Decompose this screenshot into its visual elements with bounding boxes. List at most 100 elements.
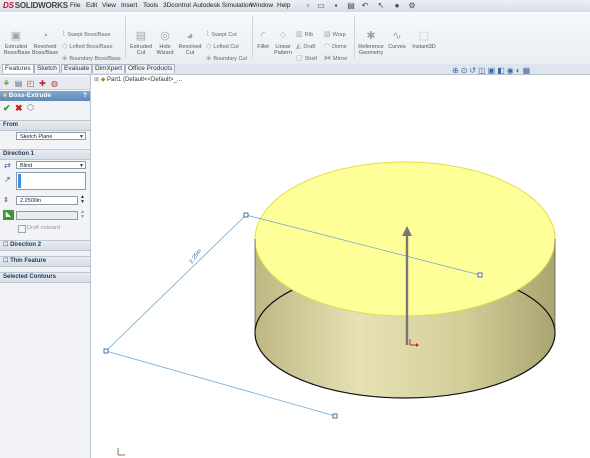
menu-tools[interactable]: Tools [143,2,158,9]
menu-3dcontrol[interactable]: 3Dcontrol [163,2,191,9]
draft-spinner[interactable]: ▲ ▼ [80,210,85,220]
tool-label: Shell [304,56,317,62]
reverse-direction-icon[interactable]: ⇄ [4,161,11,170]
display-manager-icon[interactable]: ◍ [50,79,59,88]
menu-file[interactable]: File [70,2,80,9]
selected-contours-section-header[interactable]: Selected Contours [0,272,90,283]
detailed-preview-icon[interactable]: ⬡ [27,103,34,112]
draft-button[interactable]: ◭ Draft [296,43,315,51]
swept-cut-button[interactable]: ⌇ Swept Cut [206,31,237,39]
wrap-button[interactable]: ▨ Wrap [324,31,346,39]
depth-icon: ⇕ [3,197,9,204]
rib-button[interactable]: ▥ Rib [296,31,313,39]
direction-selection-box[interactable] [16,172,86,190]
menu-insert[interactable]: Insert [121,2,137,9]
tool-label: Boundary Cut [213,56,248,62]
menu-autodesk-simulation[interactable]: Autodesk Simulation [193,2,252,9]
previous-view-icon[interactable]: ↺ [469,66,478,75]
direction2-section-header[interactable]: ☐ Direction 2 [0,240,90,251]
tab-evaluate[interactable]: Evaluate [61,64,93,73]
section-title: Direction 1 [3,151,35,157]
menu-help[interactable]: Help [277,2,290,9]
ok-check-icon[interactable]: ✔ [3,103,11,114]
model-view[interactable]: 2.25in [91,75,590,458]
lofted-boss-button[interactable]: ◇ Lofted Boss/Base [62,43,113,51]
depth-spinner[interactable]: ▲ ▼ [80,195,85,205]
tab-features[interactable]: Features [2,64,34,73]
depth-input[interactable]: 2.2500in [16,196,78,205]
menu-window[interactable]: Window [250,2,273,9]
new-icon[interactable]: ▫ [303,1,313,10]
view-orientation-icon[interactable]: ▣ [488,66,498,75]
zoom-to-fit-icon[interactable]: ⊕ [452,66,461,75]
shell-button[interactable]: ▢ Shell [296,55,317,63]
revolved-boss-button[interactable]: ◔ Revolved Boss/Base [32,30,58,56]
hide-show-icon[interactable]: ◉ [507,66,516,75]
checkbox-icon[interactable]: ☐ [3,258,8,264]
tool-label: Boundary Boss/Base [69,56,121,62]
from-dropdown[interactable]: Sketch Plane ▼ [16,132,86,140]
separator [354,16,355,58]
rebuild-icon[interactable]: ● [392,1,402,10]
feature-manager-icon[interactable]: ⚘ [2,79,11,88]
tab-sketch[interactable]: Sketch [34,64,60,73]
instant3d-button[interactable]: ⬚ Instant3D [410,30,438,50]
section-view-icon[interactable]: ◫ [478,66,488,75]
print-icon[interactable]: ▤ [346,1,356,10]
options-icon[interactable]: ⚙ [407,1,417,10]
mirror-button[interactable]: ⧓ Mirror [324,55,347,63]
boss-extrude-icon: ■ [3,92,7,99]
thin-feature-section-header[interactable]: ☐ Thin Feature [0,256,90,267]
draft-outward-checkbox[interactable] [18,225,26,233]
dome-icon: ◠ [324,43,331,50]
swept-boss-button[interactable]: ⌇ Swept Boss/Base [62,31,111,39]
extruded-cut-button[interactable]: ▤ Extruded Cut [129,30,153,56]
draft-toggle-icon[interactable]: ◣ [3,210,14,220]
wrap-icon: ▨ [324,31,331,38]
reference-geometry-button[interactable]: ✱ Reference Geometry [357,30,385,56]
hole-wizard-button[interactable]: ◎ Hole Wizard [155,30,175,56]
draft-angle-input[interactable] [16,211,78,220]
display-style-icon[interactable]: ◧ [497,66,507,75]
tool-label: Extruded Cut [129,44,152,56]
lofted-cut-button[interactable]: ◇ Lofted Cut [206,43,239,51]
menu-view[interactable]: View [102,2,116,9]
from-section-header[interactable]: From [0,120,90,131]
linear-pattern-button[interactable]: ⁘ Linear Pattern [273,30,293,56]
select-icon[interactable]: ↖ [376,1,386,10]
appearance-icon[interactable]: ◐ [516,66,523,75]
tab-dimxpert[interactable]: DimXpert [92,64,126,73]
chevron-down-icon: ▼ [79,163,84,169]
undo-icon[interactable]: ↶ [360,1,370,10]
coordinate-triad-icon [117,448,125,456]
dimension-label[interactable]: 2.25in [189,248,203,265]
property-manager-icon[interactable]: ▤ [14,79,23,88]
checkbox-icon[interactable]: ☐ [3,242,8,248]
dimxpert-manager-icon[interactable]: ✚ [38,79,47,88]
tab-office-products[interactable]: Office Products [125,64,176,73]
tool-label: Rib [304,32,313,38]
dome-button[interactable]: ◠ Dome [324,43,347,51]
scene-icon[interactable]: ▦ [523,66,533,75]
fillet-button[interactable]: ◜ Fillet [255,30,271,50]
revolved-cut-button[interactable]: ◕ Revolved Cut [178,30,202,56]
direction1-section-header[interactable]: Direction 1 [0,149,90,160]
tool-label: Wrap [332,32,346,38]
tool-label: Hole Wizard [156,44,174,56]
help-button[interactable]: ? [83,91,87,101]
solidworks-logo[interactable]: DSSOLIDWORKS [3,1,68,11]
revolve-cut-icon: ◕ [186,30,194,42]
curves-button[interactable]: ∿ Curves [387,30,407,50]
extruded-boss-button[interactable]: ▣ Extruded Boss/Base [4,30,30,56]
boundary-boss-button[interactable]: ◈ Boundary Boss/Base [62,55,121,63]
tool-label: Lofted Cut [213,44,239,50]
configuration-manager-icon[interactable]: ◰ [26,79,35,88]
open-icon[interactable]: ▭ [316,1,326,10]
save-icon[interactable]: ▪ [331,1,341,10]
boundary-cut-button[interactable]: ◈ Boundary Cut [206,55,247,63]
menu-edit[interactable]: Edit [86,2,97,9]
fillet-icon: ◜ [260,30,266,42]
cancel-x-icon[interactable]: ✖ [15,103,23,114]
view-toolbar: ⊕⊙↺◫▣◧◉◐▦ [452,66,532,75]
end-condition-dropdown[interactable]: Blind ▼ [16,161,86,169]
